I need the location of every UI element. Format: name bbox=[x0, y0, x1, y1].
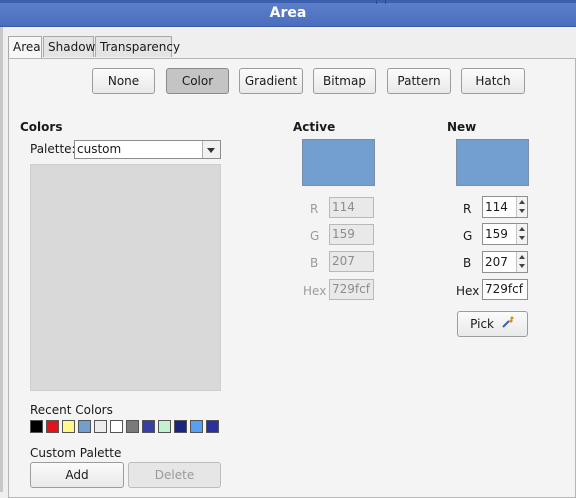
dialog-title: Area bbox=[269, 5, 307, 21]
spin-arrows-icon[interactable] bbox=[516, 224, 527, 244]
new-color-preview bbox=[456, 139, 529, 186]
active-color-preview bbox=[302, 139, 375, 186]
fill-color-button[interactable]: Color bbox=[166, 68, 229, 94]
tab-transparency[interactable]: Transparency bbox=[95, 36, 180, 57]
fill-none-button[interactable]: None bbox=[92, 68, 155, 94]
window-edge bbox=[0, 27, 3, 492]
custom-palette-label: Custom Palette bbox=[30, 446, 122, 460]
colors-heading: Colors bbox=[20, 120, 63, 134]
recent-color-swatch[interactable] bbox=[110, 420, 123, 433]
new-g-spinbox[interactable]: 159 bbox=[482, 223, 528, 245]
recent-color-swatch[interactable] bbox=[126, 420, 139, 433]
active-g-label: G bbox=[310, 229, 320, 243]
new-r-spinbox[interactable]: 114 bbox=[482, 196, 528, 218]
fill-pattern-button[interactable]: Pattern bbox=[387, 68, 451, 94]
recent-colors-label: Recent Colors bbox=[30, 403, 113, 417]
new-b-label: B bbox=[463, 256, 472, 270]
recent-color-swatch[interactable] bbox=[190, 420, 203, 433]
new-g-label: G bbox=[463, 229, 473, 243]
new-r-label: R bbox=[463, 202, 472, 216]
active-b-label: B bbox=[310, 256, 319, 270]
recent-color-swatch[interactable] bbox=[158, 420, 171, 433]
recent-color-swatch[interactable] bbox=[62, 420, 75, 433]
active-g-value: 159 bbox=[329, 224, 374, 245]
new-b-spinbox[interactable]: 207 bbox=[482, 251, 528, 273]
titlebar-divider bbox=[385, 0, 386, 4]
active-hex-value: 729fcf bbox=[329, 279, 374, 300]
pick-label: Pick bbox=[470, 317, 495, 331]
recent-color-swatch[interactable] bbox=[46, 420, 59, 433]
recent-color-swatch[interactable] bbox=[94, 420, 107, 433]
recent-color-swatch[interactable] bbox=[206, 420, 219, 433]
new-hex-label: Hex bbox=[456, 284, 480, 298]
active-b-value: 207 bbox=[329, 251, 374, 272]
new-b-value[interactable]: 207 bbox=[485, 255, 508, 269]
palette-select[interactable]: custom bbox=[74, 140, 221, 159]
tab-area[interactable]: Area bbox=[8, 36, 42, 59]
fill-hatch-button[interactable]: Hatch bbox=[461, 68, 525, 94]
palette-color-grid[interactable] bbox=[30, 164, 221, 391]
dialog-titlebar[interactable]: Area bbox=[0, 0, 576, 27]
recent-color-swatch[interactable] bbox=[30, 420, 43, 433]
active-r-label: R bbox=[310, 202, 319, 216]
spin-arrows-icon[interactable] bbox=[516, 252, 527, 272]
fill-bitmap-button[interactable]: Bitmap bbox=[313, 68, 376, 94]
active-heading: Active bbox=[293, 120, 336, 134]
palette-value: custom bbox=[77, 142, 122, 156]
new-hex-input[interactable]: 729fcf bbox=[482, 279, 528, 300]
recent-color-swatch[interactable] bbox=[78, 420, 91, 433]
add-color-button[interactable]: Add bbox=[30, 462, 124, 488]
new-g-value[interactable]: 159 bbox=[485, 227, 508, 241]
palette-label: Palette: bbox=[30, 142, 76, 156]
titlebar-divider bbox=[376, 0, 377, 4]
new-r-value[interactable]: 114 bbox=[485, 200, 508, 214]
pick-color-button[interactable]: Pick bbox=[457, 311, 528, 337]
delete-color-button: Delete bbox=[128, 462, 221, 488]
recent-color-swatch[interactable] bbox=[142, 420, 155, 433]
recent-color-swatch[interactable] bbox=[174, 420, 187, 433]
active-r-value: 114 bbox=[329, 197, 374, 218]
active-hex-label: Hex bbox=[303, 284, 327, 298]
fill-gradient-button[interactable]: Gradient bbox=[239, 68, 303, 94]
chevron-down-icon[interactable] bbox=[202, 141, 220, 158]
new-heading: New bbox=[447, 120, 477, 134]
eyedropper-icon bbox=[501, 313, 515, 337]
spin-arrows-icon[interactable] bbox=[516, 197, 527, 217]
tab-shadow[interactable]: Shadow bbox=[43, 36, 95, 57]
